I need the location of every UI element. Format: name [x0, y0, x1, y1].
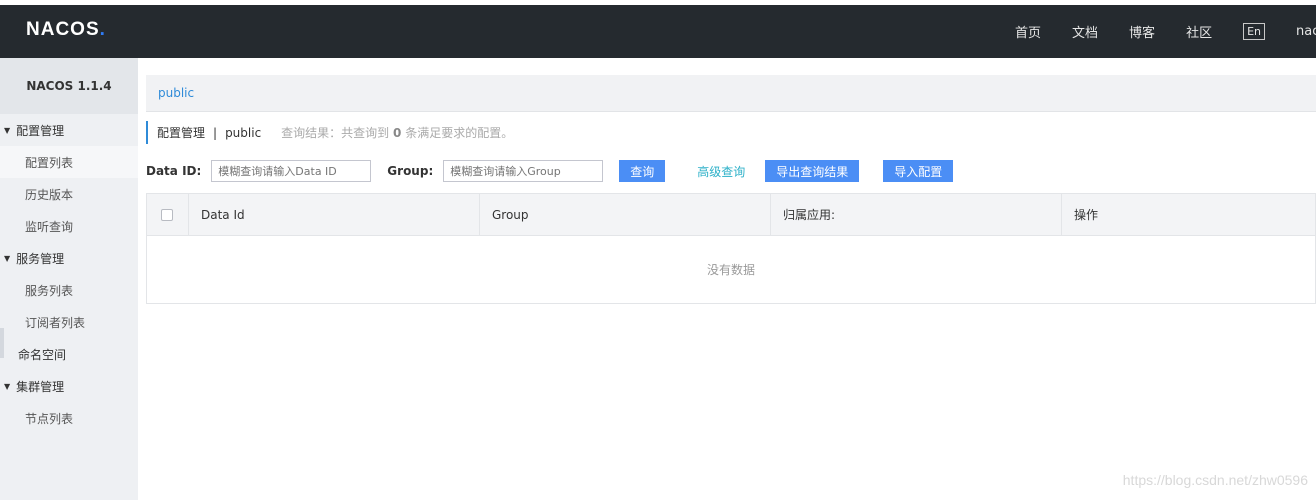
sidebar-item-service-list[interactable]: 服务列表 — [0, 274, 138, 306]
select-all-checkbox[interactable] — [161, 208, 173, 221]
empty-state: 没有数据 — [706, 263, 755, 277]
logo-dot: . — [99, 19, 106, 40]
watermark: https://blog.csdn.net/zhw0596 — [1122, 472, 1308, 488]
config-table: Data Id Group 归属应用: 操作 没有数据 — [146, 193, 1316, 304]
menu-group-label: 配置管理 — [16, 123, 65, 138]
sidebar-item-listener[interactable]: 监听查询 — [0, 210, 138, 242]
sidebar: NACOS 1.1.4 ▼ 配置管理 配置列表 历史版本 监听查询 ▼ 服务管理 服… — [0, 58, 138, 500]
user-menu[interactable]: nacos — [1296, 24, 1316, 39]
column-actions: 操作 — [1074, 208, 1099, 222]
version-label: NACOS 1.1.4 — [0, 58, 138, 114]
namespace-bar: public — [146, 75, 1316, 112]
namespace-link[interactable]: public — [158, 86, 194, 100]
table-header: Data Id Group 归属应用: 操作 — [147, 194, 1315, 236]
result-count: 0 — [393, 126, 402, 140]
nav-community[interactable]: 社区 — [1186, 22, 1212, 41]
result-prefix: 查询结果：共查询到 — [281, 126, 390, 140]
menu-group-config[interactable]: ▼ 配置管理 — [0, 114, 138, 146]
sidebar-item-config-list[interactable]: 配置列表 — [0, 146, 138, 178]
caret-down-icon: ▼ — [4, 381, 11, 391]
sidebar-item-namespace[interactable]: 命名空间 — [0, 338, 138, 370]
menu-group-label: 服务管理 — [16, 251, 65, 266]
caret-down-icon: ▼ — [4, 253, 11, 263]
language-switch-button[interactable]: En — [1243, 23, 1265, 40]
sidebar-item-history[interactable]: 历史版本 — [0, 178, 138, 210]
group-label: Group: — [387, 164, 434, 178]
query-result-summary: 查询结果：共查询到 0 条满足要求的配置。 — [281, 124, 513, 141]
sidebar-item-node-list[interactable]: 节点列表 — [0, 402, 138, 434]
sidebar-item-subscriber[interactable]: 订阅者列表 — [0, 306, 138, 338]
column-data-id: Data Id — [189, 194, 480, 235]
select-all-cell — [147, 194, 189, 235]
menu-group-cluster[interactable]: ▼ 集群管理 — [0, 370, 138, 402]
page-title: 配置管理 | public 查询结果：共查询到 0 条满足要求的配置。 — [146, 121, 513, 144]
page-title-text: 配置管理 — [157, 126, 206, 140]
filter-bar: Data ID: Group: 查询 高级查询 导出查询结果 导入配置 — [146, 160, 954, 182]
group-input[interactable] — [443, 160, 604, 182]
column-app: 归属应用: — [771, 194, 1062, 235]
logo-text: NACOS — [26, 19, 100, 40]
column-group: Group — [480, 194, 771, 235]
nav-home[interactable]: 首页 — [1015, 22, 1041, 41]
nav-docs[interactable]: 文档 — [1072, 22, 1098, 41]
nacos-logo[interactable]: NACOS. — [26, 19, 106, 41]
top-header: NACOS. 首页 文档 博客 社区 En nacos — [0, 5, 1316, 58]
result-suffix: 条满足要求的配置。 — [405, 126, 514, 140]
title-namespace: public — [225, 125, 262, 140]
export-results-button[interactable]: 导出查询结果 — [765, 160, 860, 182]
nav-blog[interactable]: 博客 — [1129, 22, 1155, 41]
caret-down-icon: ▼ — [4, 125, 11, 135]
query-button[interactable]: 查询 — [619, 160, 666, 182]
sidebar-toggle-handle[interactable] — [0, 328, 4, 358]
title-separator: | — [213, 125, 218, 140]
dataid-input[interactable] — [211, 160, 372, 182]
import-config-button[interactable]: 导入配置 — [883, 160, 954, 182]
dataid-label: Data ID: — [146, 164, 202, 178]
menu-group-label: 集群管理 — [16, 379, 65, 394]
top-nav: 首页 文档 博客 社区 En nacos — [1015, 5, 1316, 58]
menu-group-service[interactable]: ▼ 服务管理 — [0, 242, 138, 274]
advanced-query-link[interactable]: 高级查询 — [697, 163, 745, 180]
